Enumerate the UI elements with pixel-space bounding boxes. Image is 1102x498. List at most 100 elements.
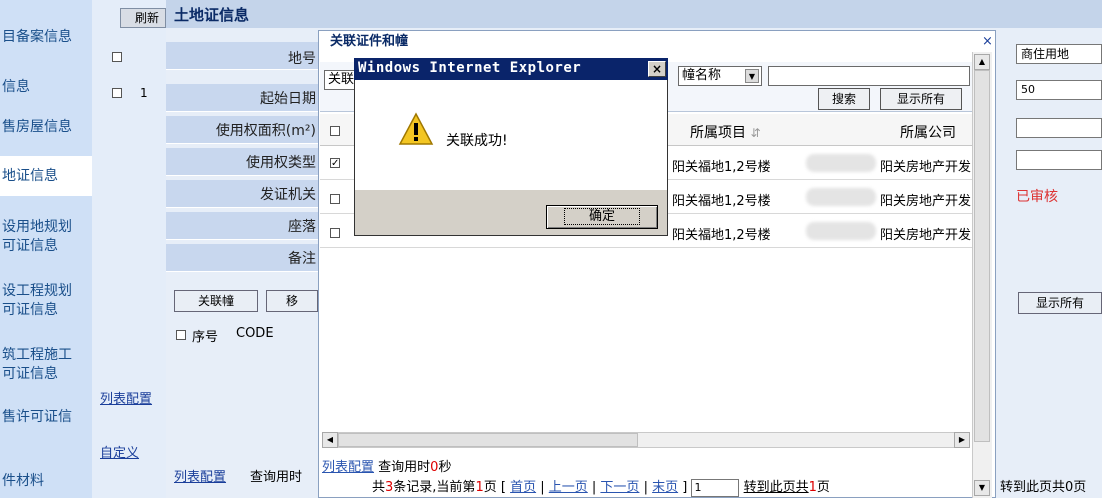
sidebar-item-label: 信息	[2, 79, 30, 95]
row-2-company: 阳关房地产开发	[880, 194, 972, 209]
row-checkbox-1[interactable]	[330, 158, 340, 168]
alert-title: Windows Internet Explorer	[358, 60, 582, 76]
background-list-column	[92, 0, 166, 498]
sidebar-item-materials[interactable]: 件材料	[0, 472, 92, 491]
scroll-down-icon[interactable]: ▼	[974, 480, 990, 496]
search-button[interactable]: 搜索	[818, 88, 870, 110]
years-field[interactable]: 50	[1016, 80, 1102, 100]
sidebar-item-construction[interactable]: 筑工程施工 可证信息	[0, 346, 92, 384]
bracket: ]	[682, 480, 688, 495]
select-all-checkbox[interactable]	[112, 52, 122, 62]
sidebar-item-presale-houses[interactable]: 售房屋信息	[0, 118, 92, 137]
chevron-down-icon[interactable]: ▼	[745, 69, 759, 83]
row-checkbox-2[interactable]	[330, 194, 340, 204]
left-sidebar: 目备案信息 信息 售房屋信息 地证信息 设用地规划 可证信息 设工程规划 可证信息 …	[0, 0, 92, 498]
row-3-project: 阳关福地1,2号楼	[672, 228, 771, 243]
sidebar-item-info[interactable]: 信息	[0, 78, 92, 97]
table-select-all-checkbox[interactable]	[330, 126, 340, 136]
redacted-blur	[806, 222, 876, 240]
project-column-header[interactable]: 所属项目 ⇵	[690, 122, 761, 142]
sidebar-item-label: 售许可证信	[2, 409, 72, 425]
sidebar-item-project-filing[interactable]: 目备案信息	[0, 28, 92, 47]
move-button[interactable]: 移	[266, 290, 318, 312]
sidebar-item-label: 可证信息	[2, 366, 58, 382]
total-mid: 条记录,当前第	[393, 480, 476, 495]
sidebar-item-label: 售房屋信息	[2, 119, 72, 135]
page-title: 土地证信息	[174, 6, 250, 24]
list-select-all-checkbox[interactable]	[176, 330, 186, 340]
status-badge: 已审核	[1016, 189, 1058, 205]
row-checkbox[interactable]	[112, 88, 122, 98]
start-date-label: 起始日期	[260, 91, 316, 107]
sort-icon[interactable]: ⇵	[750, 126, 760, 140]
scroll-up-icon[interactable]: ▲	[974, 54, 990, 70]
goto-page-link[interactable]: 转到此页共	[744, 480, 809, 495]
land-usage-field[interactable]: 商住用地	[1016, 44, 1102, 64]
list-config-link[interactable]: 列表配置	[100, 388, 152, 407]
refresh-button[interactable]: 刷新	[120, 8, 166, 28]
sidebar-item-label: 可证信息	[2, 302, 58, 318]
show-all-button[interactable]: 显示所有	[880, 88, 962, 110]
scroll-right-icon[interactable]: ▶	[954, 432, 970, 448]
issuing-authority-label: 发证机关	[260, 187, 316, 203]
dialog-title: 关联证件和幢	[330, 34, 409, 49]
dialog-list-config-link[interactable]: 列表配置	[322, 460, 374, 475]
vertical-scroll-thumb[interactable]	[974, 70, 990, 442]
right-footer-text: 转到此页共0页	[1000, 480, 1087, 495]
field-select[interactable]: 幢名称 ▼	[678, 66, 762, 86]
sidebar-item-land-cert[interactable]: 地证信息	[0, 156, 92, 196]
right-field-blank[interactable]	[1016, 150, 1102, 170]
land-number-label: 地号	[288, 51, 316, 67]
remarks-label: 备注	[288, 251, 316, 267]
query-suffix: 秒	[438, 460, 452, 475]
sidebar-item-presale-permit[interactable]: 售许可证信	[0, 408, 92, 427]
right-field-blank[interactable]	[1016, 118, 1102, 138]
row-1-company: 阳关房地产开发	[880, 160, 972, 175]
page-suffix: 页 [	[483, 480, 506, 495]
row-1-project: 阳关福地1,2号楼	[672, 160, 771, 175]
scroll-left-icon[interactable]: ◀	[322, 432, 338, 448]
query-prefix: 查询用时	[378, 460, 431, 475]
form-header	[166, 0, 1102, 28]
redacted-blur	[806, 154, 876, 172]
sidebar-item-label: 可证信息	[2, 238, 58, 254]
row-3-company: 阳关房地产开发	[880, 228, 972, 243]
seq-header: 序号	[192, 330, 219, 345]
sidebar-item-land-planning[interactable]: 设用地规划 可证信息	[0, 218, 92, 256]
bind-building-button[interactable]: 关联幢	[174, 290, 258, 312]
goto-page-input[interactable]: 1	[691, 478, 740, 497]
total-prefix: 共	[372, 480, 386, 495]
use-area-label: 使用权面积(m²)	[215, 123, 316, 139]
form-list-config-link[interactable]: 列表配置	[174, 466, 226, 485]
right-show-all-button[interactable]: 显示所有	[1018, 292, 1102, 314]
redacted-blur	[806, 188, 876, 206]
prev-page-link[interactable]: 上一页	[549, 480, 588, 495]
first-page-link[interactable]: 首页	[510, 480, 536, 495]
sidebar-item-label: 地证信息	[2, 168, 58, 184]
horizontal-scroll-thumb[interactable]	[338, 433, 638, 447]
use-type-label: 使用权类型	[246, 155, 316, 171]
dialog-close-icon[interactable]: ×	[982, 34, 993, 49]
company-column-header[interactable]: 所属公司	[900, 122, 956, 142]
total-pages: 1	[808, 480, 817, 495]
sidebar-item-label: 目备案信息	[2, 29, 72, 45]
row-checkbox-3[interactable]	[330, 228, 340, 238]
ok-button[interactable]: 确定	[546, 205, 658, 229]
sidebar-item-label: 筑工程施工	[2, 347, 72, 363]
row-number: 1	[140, 86, 148, 100]
pages-suffix: 页	[816, 480, 830, 495]
ok-button-label: 确定	[563, 208, 641, 225]
sidebar-item-label: 设用地规划	[2, 219, 72, 235]
pagination: 共3条记录,当前第1页 [ 首页 | 上一页 | 下一页 | 末页 ] 1 转到…	[372, 478, 830, 497]
row-2-project: 阳关福地1,2号楼	[672, 194, 771, 209]
last-page-link[interactable]: 末页	[652, 480, 678, 495]
sidebar-item-project-planning[interactable]: 设工程规划 可证信息	[0, 282, 92, 320]
dialog-query-line: 列表配置 查询用时0秒	[322, 456, 451, 475]
next-page-link[interactable]: 下一页	[600, 480, 639, 495]
search-input[interactable]	[768, 66, 970, 86]
custom-link[interactable]: 自定义	[100, 442, 139, 461]
form-query-time: 查询用时	[250, 470, 303, 485]
bind-select-value: 关联	[328, 72, 355, 87]
alert-close-icon[interactable]: ×	[648, 61, 666, 77]
field-select-value: 幢名称	[682, 68, 722, 83]
